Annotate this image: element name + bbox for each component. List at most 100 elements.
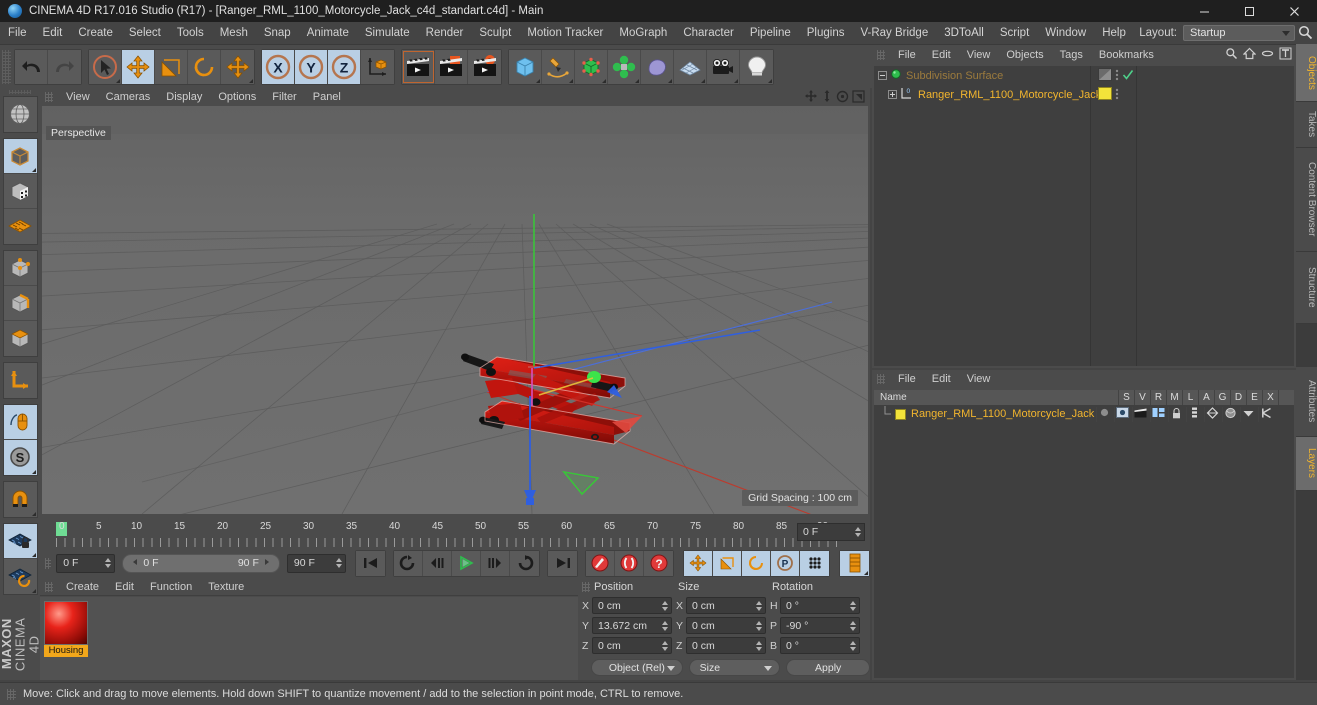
menu-script[interactable]: Script (992, 22, 1037, 44)
menu-create[interactable]: Create (70, 22, 121, 44)
scale-tool-button[interactable] (155, 49, 188, 84)
autokey-button[interactable] (615, 550, 645, 576)
menu-pipeline[interactable]: Pipeline (742, 22, 799, 44)
spinner-icon[interactable] (662, 621, 668, 631)
dock-tab-objects[interactable]: Objects (1296, 44, 1317, 102)
menu-animate[interactable]: Animate (299, 22, 357, 44)
transport-grip[interactable] (45, 557, 52, 569)
magnet-button[interactable] (3, 481, 37, 517)
object-menu-file[interactable]: File (890, 46, 924, 64)
previous-key-button[interactable] (394, 550, 424, 576)
maximize-viewport-icon[interactable] (852, 89, 865, 106)
snap-button[interactable]: S (3, 439, 37, 475)
add-cube-button[interactable] (509, 49, 542, 84)
expander-icon[interactable] (888, 90, 897, 99)
object-menu-bookmarks[interactable]: Bookmarks (1091, 46, 1162, 64)
checker-tag-icon[interactable] (1098, 68, 1112, 84)
timeline-frame-field[interactable]: 0 F (797, 523, 865, 541)
pan-icon[interactable] (804, 89, 818, 106)
lock-workplane-button[interactable] (3, 523, 37, 559)
go-to-end-button[interactable] (548, 550, 578, 576)
column-header-x[interactable]: X (1262, 390, 1278, 405)
keyframe-selection-button[interactable]: ? (644, 550, 674, 576)
record-pla-button[interactable]: P (771, 550, 801, 576)
lock-z-button[interactable]: Z (328, 49, 361, 84)
expand-icon[interactable] (1279, 47, 1292, 63)
column-header-e[interactable]: E (1246, 390, 1262, 405)
lock-x-button[interactable]: X (262, 49, 295, 84)
column-header-v[interactable]: V (1134, 390, 1150, 405)
layer-manager-toggle[interactable] (1150, 407, 1166, 422)
select-tool-button[interactable] (89, 49, 122, 84)
range-next-arrow-icon[interactable] (263, 557, 271, 569)
menu-plugins[interactable]: Plugins (799, 22, 853, 44)
layout-dropdown[interactable]: Startup (1183, 25, 1295, 41)
play-button[interactable] (452, 550, 482, 576)
record-scale-button[interactable] (713, 550, 743, 576)
add-deformer-button[interactable] (641, 49, 674, 84)
layer-render-toggle[interactable] (1132, 407, 1148, 422)
spinner-icon[interactable] (756, 621, 762, 631)
viewport-menu-display[interactable]: Display (158, 88, 210, 106)
layer-menu-view[interactable]: View (959, 370, 999, 388)
menu-tools[interactable]: Tools (169, 22, 212, 44)
material-menu-grip[interactable] (45, 581, 53, 592)
viewport-menu-panel[interactable]: Panel (305, 88, 349, 106)
minimize-button[interactable] (1182, 0, 1227, 22)
material-menu-edit[interactable]: Edit (107, 578, 142, 596)
layer-manager-grip[interactable] (877, 374, 885, 384)
material-menu-function[interactable]: Function (142, 578, 200, 596)
lock-y-button[interactable]: Y (295, 49, 328, 84)
workplane-button[interactable] (3, 558, 37, 594)
viewport-menu-grip[interactable] (45, 92, 53, 102)
menu-vray-bridge[interactable]: V-Ray Bridge (852, 22, 936, 44)
orbit-icon[interactable] (836, 90, 849, 106)
world-coordinates-button[interactable] (361, 49, 394, 84)
menu-mograph[interactable]: MoGraph (611, 22, 675, 44)
menu-3dtoall[interactable]: 3DToAll (936, 22, 992, 44)
layer-row[interactable]: Ranger_RML_1100_Motorcycle_Jack (874, 405, 1294, 423)
spinner-icon[interactable] (855, 527, 861, 537)
spinner-icon[interactable] (662, 601, 668, 611)
column-header-l[interactable]: L (1182, 390, 1198, 405)
object-tree[interactable]: Subdivision Surface 0 Ranger_RML_1100_Mo… (874, 66, 1294, 366)
left-toolbar-grip[interactable] (9, 90, 31, 94)
render-view-button[interactable] (402, 49, 435, 84)
menu-help[interactable]: Help (1094, 22, 1134, 44)
viewport-menu-filter[interactable]: Filter (264, 88, 304, 106)
add-camera-button[interactable] (707, 49, 740, 84)
material-menu-texture[interactable]: Texture (200, 578, 252, 596)
menu-edit[interactable]: Edit (35, 22, 71, 44)
menu-simulate[interactable]: Simulate (357, 22, 418, 44)
record-position-button[interactable] (684, 550, 714, 576)
layer-generator-toggle[interactable] (1204, 407, 1220, 422)
current-frame-field[interactable]: 0 F (56, 553, 116, 573)
spinner-icon[interactable] (756, 601, 762, 611)
object-menu-objects[interactable]: Objects (998, 46, 1051, 64)
texture-mode-button[interactable] (3, 173, 37, 209)
column-header-g[interactable]: G (1214, 390, 1230, 405)
material-list[interactable]: Housing (40, 597, 578, 680)
model-mode-button[interactable] (3, 138, 37, 174)
add-spline-button[interactable] (542, 49, 575, 84)
viewport-solo-button[interactable] (3, 404, 37, 440)
menu-snap[interactable]: Snap (256, 22, 299, 44)
add-light-button[interactable] (740, 49, 773, 84)
preview-range-field[interactable]: 0 F 90 F (122, 553, 280, 573)
spinner-icon[interactable] (105, 557, 112, 568)
render-settings-button[interactable] (468, 49, 501, 84)
add-nurbs-button[interactable] (575, 49, 608, 84)
move-tool-button[interactable] (122, 49, 155, 84)
layer-lock-toggle[interactable] (1168, 407, 1184, 422)
maximize-button[interactable] (1227, 0, 1272, 22)
column-header-d[interactable]: D (1230, 390, 1246, 405)
menu-mesh[interactable]: Mesh (212, 22, 256, 44)
object-tree-row-motorcycle-jack[interactable]: 0 Ranger_RML_1100_Motorcycle_Jack (874, 85, 1294, 104)
spinner-icon[interactable] (756, 641, 762, 651)
spinner-icon[interactable] (850, 621, 856, 631)
column-header-s[interactable]: S (1118, 390, 1134, 405)
position-x-field[interactable]: 0 cm (592, 597, 672, 614)
dolly-icon[interactable] (821, 89, 833, 106)
object-menu-edit[interactable]: Edit (924, 46, 959, 64)
menu-window[interactable]: Window (1037, 22, 1094, 44)
